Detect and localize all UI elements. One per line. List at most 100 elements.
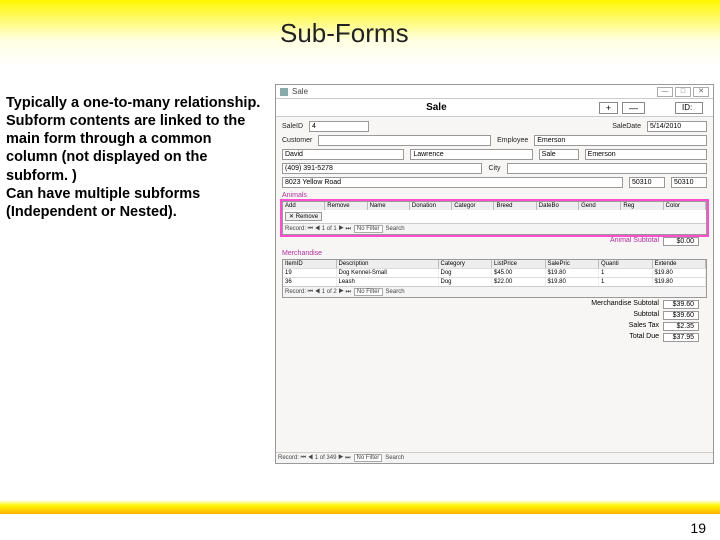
cell[interactable]: Dog Kennel-Small: [337, 269, 439, 277]
recnav-label: Record: ⏮ ◀ 1 of 1 ▶ ⏭: [285, 226, 351, 233]
delete-record-button[interactable]: —: [622, 102, 645, 114]
phone-field[interactable]: (409) 391-5278: [282, 163, 482, 174]
form-title: Sale: [276, 102, 597, 113]
cell[interactable]: $45.00: [492, 269, 546, 277]
total-value: $39.60: [663, 311, 699, 320]
zip2-field[interactable]: 50310: [671, 177, 707, 188]
subtotal-row: Subtotal $39.60: [282, 311, 707, 320]
search-box[interactable]: Search: [386, 289, 405, 295]
id-box[interactable]: ID:: [675, 102, 703, 114]
merch-subform: ItemID Description Category ListPrice Sa…: [282, 259, 707, 298]
embedded-screenshot: Sale — □ ✕ Sale + — ID: SaleID 4 SaleDat…: [275, 66, 720, 476]
cell[interactable]: $19.80: [653, 269, 707, 277]
col-listprice[interactable]: ListPrice: [492, 260, 546, 268]
slide-text-block: Typically a one-to-many relationship. Su…: [0, 66, 275, 476]
lastname-field[interactable]: Lawrence: [410, 149, 532, 160]
recnav-label: Record: ⏮ ◀ 1 of 349 ▶ ⏭: [278, 455, 351, 462]
minimize-button[interactable]: —: [657, 87, 673, 97]
window-titlebar: Sale — □ ✕: [276, 85, 713, 99]
body-text: Typically a one-to-many relationship. Su…: [6, 94, 265, 221]
col-remove[interactable]: Remove: [325, 202, 367, 210]
saleid-label: SaleID: [282, 123, 303, 130]
slide-footer-bar: [0, 500, 720, 514]
merch-section-label: Merchandise: [282, 250, 707, 257]
cell[interactable]: Leash: [337, 278, 439, 286]
saledate-field[interactable]: 5/14/2010: [647, 121, 707, 132]
slide-body: Typically a one-to-many relationship. Su…: [0, 66, 720, 476]
animals-recnav[interactable]: Record: ⏮ ◀ 1 of 1 ▶ ⏭ No Filter Search: [283, 223, 706, 234]
zip1-field[interactable]: 50310: [629, 177, 665, 188]
slide-header: Sub-Forms: [0, 0, 720, 66]
totaldue-row: Total Due $37.95: [282, 333, 707, 342]
col-extend[interactable]: Extende: [653, 260, 707, 268]
col-breed[interactable]: Breed: [494, 202, 536, 210]
merch-subtotal-row: Merchandise Subtotal $39.60: [282, 300, 707, 309]
main-recnav[interactable]: Record: ⏮ ◀ 1 of 349 ▶ ⏭ No Filter Searc…: [276, 452, 713, 463]
merch-row-2[interactable]: 36 Leash Dog $22.00 $19.80 1 $19.80: [283, 277, 706, 286]
animals-subform: Add Remove Name Donation Categor Breed D…: [282, 201, 707, 235]
total-value: $2.35: [663, 322, 699, 331]
col-cat[interactable]: Category: [439, 260, 493, 268]
cell[interactable]: 1: [599, 269, 653, 277]
col-desc[interactable]: Description: [337, 260, 439, 268]
saleid-field[interactable]: 4: [309, 121, 369, 132]
recnav-label: Record: ⏮ ◀ 1 of 2 ▶ ⏭: [285, 289, 351, 296]
cell[interactable]: $19.80: [546, 269, 600, 277]
window-title: Sale: [292, 87, 655, 96]
employee-label: Employee: [497, 137, 528, 144]
cell[interactable]: $19.80: [653, 278, 707, 286]
col-qty[interactable]: Quanti: [599, 260, 653, 268]
page-number: 19: [690, 520, 706, 536]
total-label: Sales Tax: [629, 322, 659, 331]
nofilter-button[interactable]: No Filter: [354, 225, 383, 233]
col-name[interactable]: Name: [368, 202, 410, 210]
empname-field[interactable]: Emerson: [585, 149, 707, 160]
col-category[interactable]: Categor: [452, 202, 494, 210]
total-value: $37.95: [663, 333, 699, 342]
sale-window: Sale — □ ✕ Sale + — ID: SaleID 4 SaleDat…: [275, 84, 714, 464]
cell[interactable]: $19.80: [546, 278, 600, 286]
window-icon: [280, 88, 288, 96]
total-label: Merchandise Subtotal: [591, 300, 659, 309]
col-color[interactable]: Color: [664, 202, 706, 210]
employee-field[interactable]: Emerson: [534, 135, 707, 146]
cell[interactable]: 36: [283, 278, 337, 286]
merch-row-1[interactable]: 19 Dog Kennel-Small Dog $45.00 $19.80 1 …: [283, 268, 706, 277]
add-record-button[interactable]: +: [599, 102, 618, 114]
merch-headers: ItemID Description Category ListPrice Sa…: [283, 260, 706, 268]
col-datebo[interactable]: DateBo: [537, 202, 579, 210]
cell[interactable]: 19: [283, 269, 337, 277]
search-box[interactable]: Search: [385, 455, 404, 461]
empcode-field[interactable]: Sale: [539, 149, 579, 160]
address-field[interactable]: 8023 Yellow Road: [282, 177, 623, 188]
customer-field[interactable]: [318, 135, 491, 146]
form-header: Sale + — ID:: [276, 99, 713, 117]
col-itemid[interactable]: ItemID: [283, 260, 337, 268]
maximize-button[interactable]: □: [675, 87, 691, 97]
col-reg[interactable]: Reg: [621, 202, 663, 210]
col-donation[interactable]: Donation: [410, 202, 452, 210]
col-saleprice[interactable]: SalePric: [546, 260, 600, 268]
row-remove-button[interactable]: ✕ Remove: [285, 212, 322, 221]
nofilter-button[interactable]: No Filter: [354, 454, 383, 462]
cell[interactable]: 1: [599, 278, 653, 286]
cell[interactable]: Dog: [439, 278, 493, 286]
col-gend[interactable]: Gend: [579, 202, 621, 210]
animal-subtotal-value: $0.00: [663, 237, 699, 246]
col-add[interactable]: Add: [283, 202, 325, 210]
animal-subtotal-row: Animal Subtotal $0.00: [282, 237, 707, 246]
city-field[interactable]: [507, 163, 707, 174]
firstname-field[interactable]: David: [282, 149, 404, 160]
cell[interactable]: $22.00: [492, 278, 546, 286]
animals-row: ✕ Remove: [283, 210, 706, 223]
customer-label: Customer: [282, 137, 312, 144]
animals-section-label: Animals: [282, 192, 707, 199]
saledate-label: SaleDate: [612, 123, 641, 130]
close-button[interactable]: ✕: [693, 87, 709, 97]
merch-recnav[interactable]: Record: ⏮ ◀ 1 of 2 ▶ ⏭ No Filter Search: [283, 286, 706, 297]
city-label: City: [488, 165, 500, 172]
total-label: Subtotal: [633, 311, 659, 320]
cell[interactable]: Dog: [439, 269, 493, 277]
nofilter-button[interactable]: No Filter: [354, 288, 383, 296]
search-box[interactable]: Search: [386, 226, 405, 232]
